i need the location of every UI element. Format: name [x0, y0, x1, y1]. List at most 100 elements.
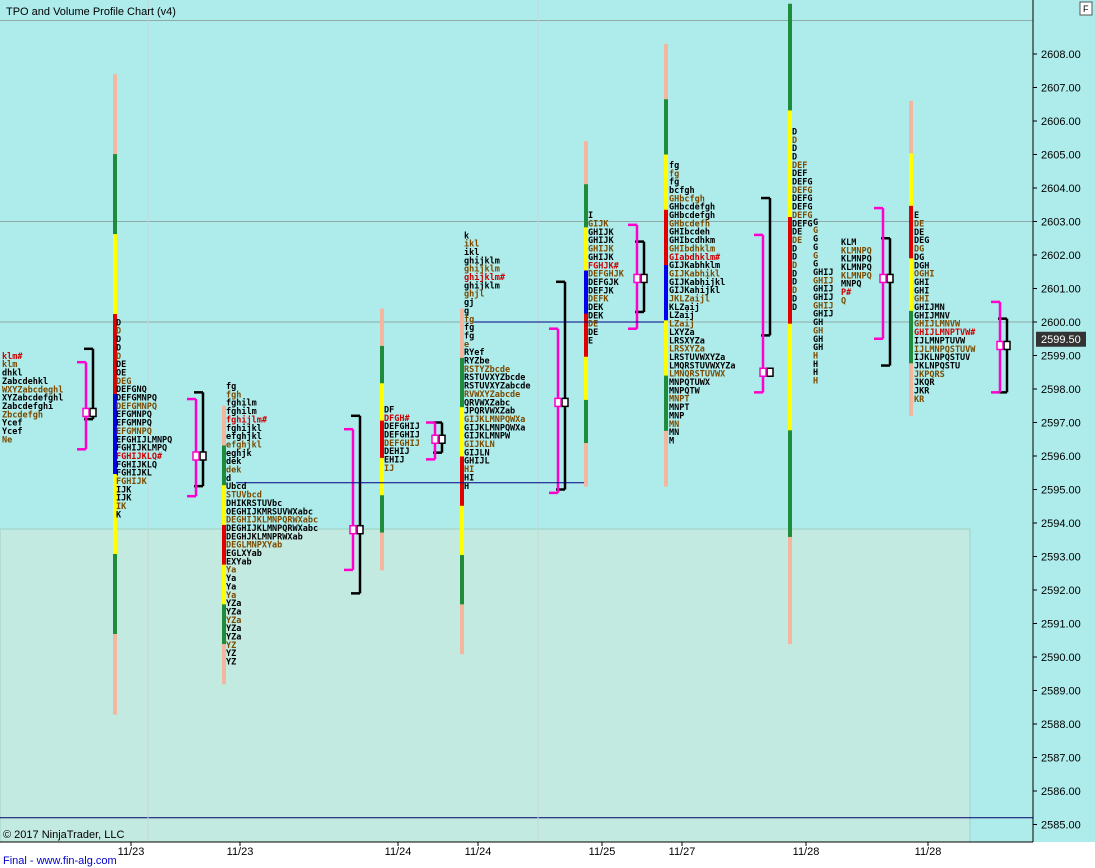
volume-bar-segment	[113, 74, 117, 155]
price-tick-label: 2594.00	[1041, 518, 1081, 530]
poc-marker	[886, 273, 894, 284]
volume-bar	[909, 100, 913, 417]
price-tick-label: 2605.00	[1041, 150, 1081, 162]
price-tick-label: 2591.00	[1041, 619, 1081, 631]
poc-marker	[640, 273, 648, 284]
tpo-row: Ne	[2, 435, 12, 445]
volume-bar-segment	[664, 320, 668, 377]
volume-bar-segment	[788, 430, 792, 538]
price-tick-label: 2589.00	[1041, 686, 1081, 698]
volume-bar-segment	[788, 536, 792, 645]
tpo-row: K	[116, 510, 122, 520]
date-tick-label: 11/25	[589, 846, 616, 858]
tpo-row: H	[813, 377, 818, 387]
volume-bar-segment	[664, 209, 668, 266]
date-tick-label: 11/24	[465, 846, 492, 858]
tpo-row: E	[588, 336, 593, 346]
volume-bar-segment	[788, 3, 792, 111]
date-tick-label: 11/23	[227, 846, 254, 858]
volume-bar-segment	[584, 356, 588, 401]
volume-bar-segment	[380, 308, 384, 347]
poc-marker	[759, 367, 767, 377]
poc-marker	[879, 273, 887, 284]
price-tick-label: 2599.00	[1041, 351, 1081, 363]
tpo-row: D	[792, 303, 797, 313]
poc-marker	[192, 451, 200, 461]
poc-marker	[438, 434, 446, 444]
price-tick-label: 2585.00	[1041, 820, 1081, 832]
current-price-marker: 2599.50	[1036, 331, 1086, 347]
poc-marker	[633, 273, 641, 284]
volume-bar-segment	[909, 258, 913, 312]
tpo-row: IJ	[384, 464, 394, 474]
poc-marker	[89, 407, 97, 418]
volume-bar-segment	[664, 375, 668, 432]
volume-bar-segment	[584, 399, 588, 444]
price-tick-label: 2608.00	[1041, 49, 1081, 61]
copyright: © 2017 NinjaTrader, LLC	[3, 829, 124, 841]
price-tick-label: 2598.00	[1041, 384, 1081, 396]
price-tick-label: 2603.00	[1041, 217, 1081, 229]
date-tick-label: 11/24	[385, 846, 412, 858]
price-tick-label: 2595.00	[1041, 485, 1081, 497]
session-panel	[0, 528, 971, 843]
volume-bar-segment	[113, 633, 117, 715]
volume-bar-segment	[909, 100, 913, 154]
chart-title: TPO and Volume Profile Chart (v4)	[6, 6, 176, 18]
date-tick-label: 11/23	[118, 846, 145, 858]
poc-marker	[996, 340, 1004, 351]
date-tick-label: 11/27	[669, 846, 696, 858]
price-tick-label: 2607.00	[1041, 83, 1081, 95]
poc-marker	[199, 451, 207, 461]
volume-bar-segment	[788, 323, 792, 431]
poc-marker	[349, 524, 357, 535]
price-tick-label: 2593.00	[1041, 552, 1081, 564]
volume-bar-segment	[460, 604, 464, 655]
date-tick-label: 11/28	[793, 846, 820, 858]
volume-bar-segment	[460, 505, 464, 556]
price-tick-label: 2602.00	[1041, 250, 1081, 262]
tpo-row: Q	[841, 296, 846, 306]
price-tick-label: 2597.00	[1041, 418, 1081, 430]
volume-bar-segment	[380, 532, 384, 571]
volume-bar-segment	[664, 99, 668, 155]
price-tick-label: 2596.00	[1041, 451, 1081, 463]
poc-marker	[356, 524, 364, 535]
price-tick-label: 2601.00	[1041, 284, 1081, 296]
corner-button[interactable]: F	[1079, 1, 1093, 16]
poc-marker	[766, 367, 774, 377]
volume-bar-segment	[664, 43, 668, 100]
tpo-row: H	[464, 482, 469, 492]
volume-bar-segment	[380, 495, 384, 534]
price-tick-label: 2606.00	[1041, 116, 1081, 128]
volume-bar-segment	[460, 555, 464, 605]
poc-marker	[431, 434, 439, 444]
volume-bar-segment	[909, 153, 913, 207]
price-tick-label: 2586.00	[1041, 786, 1081, 798]
tpo-row: KR	[914, 395, 925, 405]
volume-bar	[664, 43, 668, 487]
price-tick-label: 2604.00	[1041, 183, 1081, 195]
volume-bar-segment	[664, 430, 668, 487]
volume-bar-segment	[584, 443, 588, 487]
date-tick-label: 11/28	[915, 846, 942, 858]
price-tick-label: 2592.00	[1041, 585, 1081, 597]
volume-bar-segment	[664, 154, 668, 211]
volume-bar-segment	[909, 310, 913, 364]
tpo-row: M	[669, 436, 674, 446]
price-tick-label: 2587.00	[1041, 753, 1081, 765]
price-tick-label: 2590.00	[1041, 652, 1081, 664]
poc-marker	[1003, 340, 1011, 351]
volume-bar	[788, 3, 792, 645]
price-tick-label: 2588.00	[1041, 719, 1081, 731]
volume-bar-segment	[380, 345, 384, 384]
volume-bar-segment	[909, 205, 913, 259]
corner-button-label[interactable]: F	[1083, 4, 1089, 14]
poc-marker	[554, 397, 562, 408]
poc-marker	[82, 407, 90, 418]
footer-link[interactable]: Final - www.fin-alg.com	[3, 855, 117, 867]
volume-bar-segment	[113, 234, 117, 315]
tpo-chart[interactable]: klm#klmdhklZabcdehklWXYZabcdeghlXYZabcde…	[0, 0, 1095, 868]
volume-bar-segment	[584, 141, 588, 185]
current-price-label: 2599.50	[1041, 334, 1081, 346]
